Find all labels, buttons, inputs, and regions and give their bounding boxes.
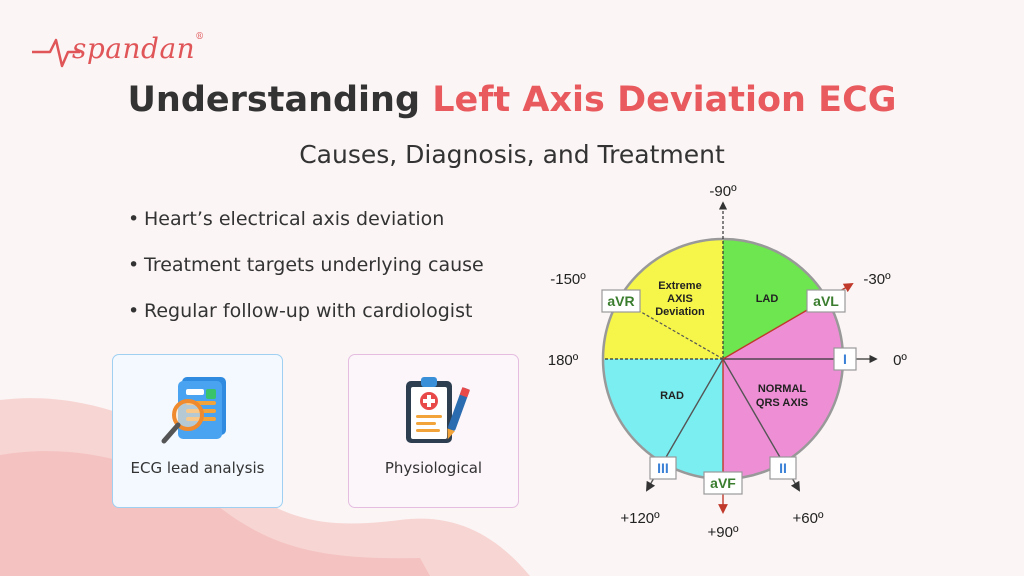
region-label-normal-1: NORMAL — [758, 383, 807, 395]
angle-label-minus30: -30º — [863, 271, 891, 288]
angle-label-plus60: +60º — [793, 510, 824, 527]
title-prefix: Understanding — [127, 80, 421, 120]
clipboard-medical-icon — [405, 377, 470, 443]
lead-label-avl: aVL — [813, 293, 839, 309]
region-label-rad: RAD — [660, 390, 684, 402]
bullet-text: Heart’s electrical axis deviation — [144, 208, 445, 230]
lead-box-iii: III — [649, 456, 677, 480]
lead-label-iii: III — [657, 460, 669, 476]
lead-label-avf: aVF — [710, 475, 736, 491]
lead-label-avr: aVR — [607, 293, 634, 309]
region-label-extreme-1: Extreme — [658, 280, 701, 292]
qrs-axis-diagram: Extreme AXIS Deviation LAD NORMAL QRS AX… — [530, 180, 930, 560]
angle-label-plus120: +120º — [620, 510, 660, 527]
angle-label-0: 0º — [893, 352, 907, 369]
region-label-extreme-2: AXIS — [667, 293, 693, 305]
bullet-text: Regular follow-up with cardiologist — [144, 300, 473, 322]
lead-label-i: I — [843, 351, 847, 367]
lead-box-avr: aVR — [601, 289, 641, 313]
angle-label-plus90: +90º — [708, 524, 739, 541]
card-label: ECG lead analysis — [130, 459, 265, 477]
bullet-item: • Heart’s electrical axis deviation — [128, 208, 445, 230]
region-label-lad: LAD — [756, 293, 779, 305]
angle-label-minus150: -150º — [550, 271, 586, 288]
card-ecg-lead-analysis[interactable]: ECG lead analysis — [112, 354, 283, 508]
brand-name: spandan — [72, 32, 196, 65]
card-physiological[interactable]: Physiological — [348, 354, 519, 508]
lead-label-ii: II — [779, 460, 787, 476]
card-label: Physiological — [384, 459, 483, 477]
lead-box-avl: aVL — [806, 289, 846, 313]
lead-box-avf: aVF — [703, 471, 743, 495]
bullet-item: • Regular follow-up with cardiologist — [128, 300, 473, 322]
region-label-normal-2: QRS AXIS — [756, 397, 808, 409]
angle-label-180: 180º — [548, 352, 579, 369]
brand-reg: ® — [195, 32, 205, 42]
page-title: Understanding Left Axis Deviation ECG — [0, 80, 1024, 120]
page-subtitle: Causes, Diagnosis, and Treatment — [299, 140, 725, 169]
document-magnifier-icon — [161, 377, 226, 444]
bullet-text: Treatment targets underlying cause — [144, 254, 484, 276]
bullet-list: • Heart’s electrical axis deviation • Trea… — [128, 208, 484, 346]
title-highlight: Left Axis Deviation ECG — [432, 80, 897, 120]
region-label-extreme-3: Deviation — [655, 306, 705, 318]
lead-box-ii: II — [769, 456, 797, 480]
brand-logo[interactable]: spandan® — [72, 32, 205, 65]
bullet-item: • Treatment targets underlying cause — [128, 254, 484, 276]
axis-wheel: Extreme AXIS Deviation LAD NORMAL QRS AX… — [548, 183, 908, 541]
lead-box-i: I — [833, 347, 857, 371]
angle-label-minus90: -90º — [709, 183, 737, 200]
